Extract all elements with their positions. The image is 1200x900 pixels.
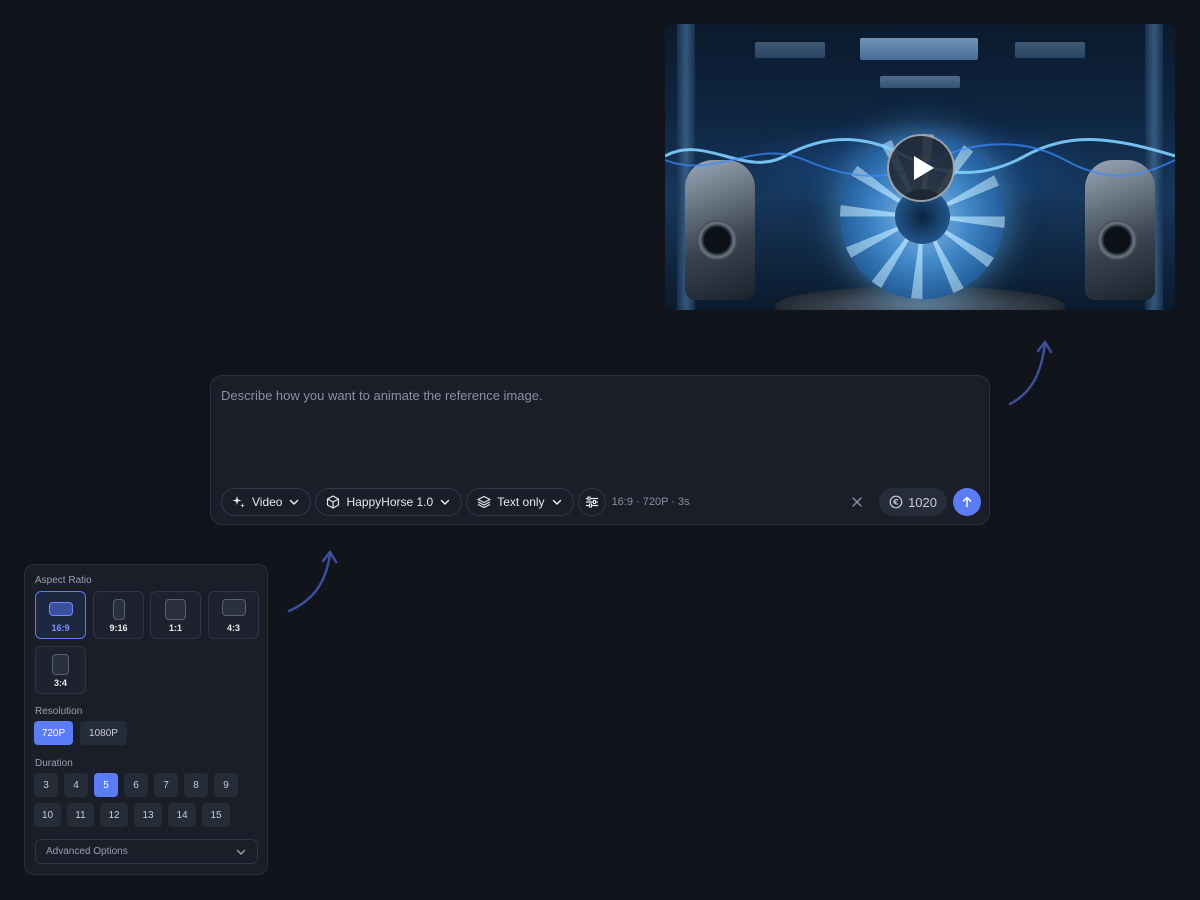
duration-option[interactable]: 15 bbox=[202, 803, 230, 827]
prompt-toolbar: Video HappyHorse 1.0 Text only 16:9 · 72… bbox=[221, 488, 981, 516]
chevron-down-icon bbox=[290, 499, 299, 505]
resolution-label: Resolution bbox=[35, 706, 83, 717]
duration-option[interactable]: 10 bbox=[34, 803, 61, 827]
duration-option[interactable]: 14 bbox=[168, 803, 196, 827]
curved-arrow-icon bbox=[1008, 340, 1053, 406]
sliders-icon bbox=[585, 496, 598, 508]
play-icon bbox=[914, 156, 934, 180]
aspect-option-label: 4:3 bbox=[226, 623, 240, 633]
prompt-input[interactable] bbox=[221, 388, 981, 478]
layers-icon bbox=[477, 495, 491, 509]
aspect-option-9-16[interactable]: 9:16 bbox=[93, 591, 144, 639]
credits-value: 1020 bbox=[908, 494, 937, 510]
aspect-shape-icon bbox=[112, 599, 125, 620]
prompt-box: Video HappyHorse 1.0 Text only 16:9 · 72… bbox=[210, 375, 990, 525]
duration-option[interactable]: 3 bbox=[34, 773, 58, 797]
aspect-option-16-9[interactable]: 16:9 bbox=[35, 591, 86, 639]
mode-label: Video bbox=[252, 495, 283, 509]
clear-button[interactable] bbox=[845, 490, 869, 514]
aspect-shape-icon bbox=[165, 599, 186, 620]
curved-arrow-icon bbox=[287, 550, 338, 613]
aspect-shape-icon bbox=[221, 599, 246, 616]
ceiling-light bbox=[1015, 42, 1085, 58]
aspect-option-label: 9:16 bbox=[109, 623, 128, 633]
advanced-options-label: Advanced Options bbox=[46, 846, 128, 857]
advanced-options-toggle[interactable]: Advanced Options bbox=[35, 839, 258, 864]
duration-label: Duration bbox=[35, 758, 73, 769]
credits-badge: 1020 bbox=[879, 488, 947, 516]
send-button[interactable] bbox=[953, 488, 981, 516]
duration-option[interactable]: 9 bbox=[214, 773, 238, 797]
aspect-shape-icon bbox=[52, 654, 69, 675]
resolution-1080p-button[interactable]: 1080P bbox=[80, 721, 127, 745]
input-type-label: Text only bbox=[497, 495, 545, 509]
ceiling-light bbox=[860, 38, 978, 60]
model-label: HappyHorse 1.0 bbox=[346, 495, 434, 509]
aspect-option-label: 16:9 bbox=[51, 623, 70, 633]
aspect-option-3-4[interactable]: 3:4 bbox=[35, 646, 86, 694]
generation-settings-panel: Aspect Ratio 16:9 9:16 1:1 4:3 3:4 Resol… bbox=[24, 564, 268, 875]
duration-option[interactable]: 4 bbox=[64, 773, 88, 797]
duration-option[interactable]: 13 bbox=[134, 803, 162, 827]
cube-icon bbox=[327, 495, 340, 509]
duration-option[interactable]: 11 bbox=[67, 803, 94, 827]
duration-option[interactable]: 12 bbox=[100, 803, 128, 827]
aspect-option-label: 3:4 bbox=[53, 678, 67, 688]
video-preview[interactable] bbox=[665, 24, 1175, 310]
close-icon bbox=[852, 497, 862, 507]
ceiling-light bbox=[755, 42, 825, 58]
input-type-dropdown[interactable]: Text only bbox=[466, 488, 574, 516]
duration-option[interactable]: 7 bbox=[154, 773, 178, 797]
chevron-down-icon bbox=[236, 849, 246, 855]
aspect-option-label: 1:1 bbox=[168, 623, 182, 633]
chevron-down-icon bbox=[440, 499, 450, 505]
duration-option[interactable]: 6 bbox=[124, 773, 148, 797]
coin-icon bbox=[889, 495, 903, 509]
mode-dropdown[interactable]: Video bbox=[221, 488, 312, 516]
resolution-720p-button[interactable]: 720P bbox=[34, 721, 73, 745]
ceiling-light bbox=[880, 76, 960, 88]
aspect-option-1-1[interactable]: 1:1 bbox=[150, 591, 201, 639]
aspect-ratio-label: Aspect Ratio bbox=[35, 575, 92, 586]
chevron-down-icon bbox=[552, 499, 561, 505]
aspect-option-4-3[interactable]: 4:3 bbox=[208, 591, 259, 639]
sparkles-icon bbox=[232, 496, 245, 508]
play-button[interactable] bbox=[887, 134, 955, 202]
model-dropdown[interactable]: HappyHorse 1.0 bbox=[315, 488, 463, 516]
settings-button[interactable] bbox=[577, 488, 606, 516]
duration-option[interactable]: 8 bbox=[184, 773, 208, 797]
settings-summary: 16:9 · 720P · 3s bbox=[611, 496, 690, 508]
duration-option[interactable]: 5 bbox=[94, 773, 118, 797]
aspect-shape-icon bbox=[48, 602, 73, 616]
arrow-up-icon bbox=[962, 496, 972, 508]
